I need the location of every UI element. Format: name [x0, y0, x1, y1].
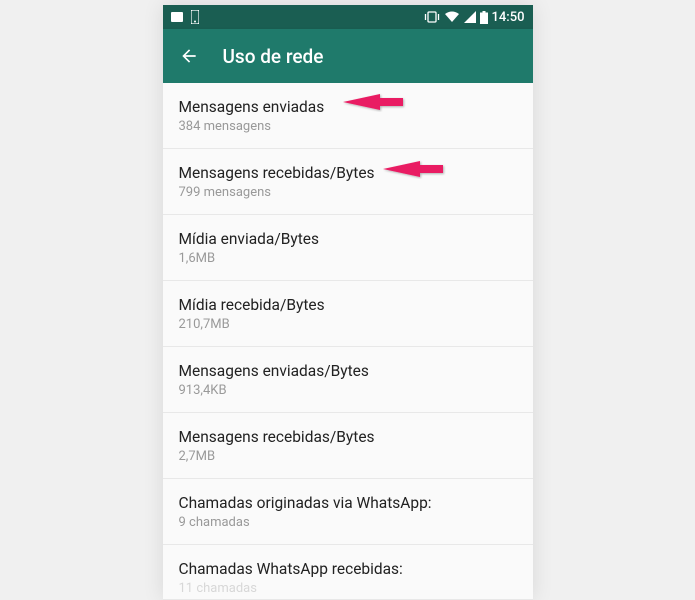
list-item-midia-recebida[interactable]: Mídia recebida/Bytes 210,7MB [163, 281, 533, 347]
clock: 14:50 [492, 10, 525, 25]
list-item-title: Mensagens recebidas/Bytes [179, 164, 517, 182]
page-title: Uso de rede [223, 45, 324, 68]
list-item-mensagens-recebidas-bytes[interactable]: Mensagens recebidas/Bytes 2,7MB [163, 413, 533, 479]
card-icon [171, 11, 185, 23]
list-item-title: Mídia recebida/Bytes [179, 296, 517, 314]
list-item-title: Mídia enviada/Bytes [179, 230, 517, 248]
status-bar: 14:50 [163, 5, 533, 29]
list-item-subtitle: 11 chamadas [179, 581, 517, 596]
wifi-icon [444, 11, 460, 23]
list-item-chamadas-originadas[interactable]: Chamadas originadas via WhatsApp: 9 cham… [163, 479, 533, 545]
list-item-mensagens-enviadas-bytes[interactable]: Mensagens enviadas/Bytes 913,4KB [163, 347, 533, 413]
status-right: 14:50 [424, 10, 525, 25]
vibrate-icon [424, 11, 440, 23]
list-item-title: Chamadas originadas via WhatsApp: [179, 494, 517, 512]
settings-list: Mensagens enviadas 384 mensagens Mensage… [163, 83, 533, 600]
list-item-chamadas-recebidas[interactable]: Chamadas WhatsApp recebidas: 11 chamadas [163, 545, 533, 600]
list-item-subtitle: 9 chamadas [179, 515, 517, 530]
list-item-midia-enviada[interactable]: Mídia enviada/Bytes 1,6MB [163, 215, 533, 281]
signal-icon [464, 11, 476, 23]
battery-icon [480, 11, 488, 24]
list-item-title: Chamadas WhatsApp recebidas: [179, 560, 517, 578]
list-item-subtitle: 799 mensagens [179, 185, 517, 200]
list-item-subtitle: 1,6MB [179, 251, 517, 266]
list-item-subtitle: 913,4KB [179, 383, 517, 398]
list-item-title: Mensagens enviadas [179, 98, 517, 116]
app-bar: Uso de rede [163, 29, 533, 83]
list-item-title: Mensagens recebidas/Bytes [179, 428, 517, 446]
phone-icon [191, 10, 199, 24]
list-item-subtitle: 210,7MB [179, 317, 517, 332]
list-item-mensagens-recebidas[interactable]: Mensagens recebidas/Bytes 799 mensagens [163, 149, 533, 215]
list-item-mensagens-enviadas[interactable]: Mensagens enviadas 384 mensagens [163, 83, 533, 149]
list-item-subtitle: 2,7MB [179, 449, 517, 464]
back-button[interactable] [179, 46, 199, 66]
list-item-subtitle: 384 mensagens [179, 119, 517, 134]
arrow-back-icon [179, 46, 199, 66]
phone-frame: 14:50 Uso de rede Mensagens enviadas 384… [163, 5, 533, 600]
list-item-title: Mensagens enviadas/Bytes [179, 362, 517, 380]
status-left [171, 10, 199, 24]
